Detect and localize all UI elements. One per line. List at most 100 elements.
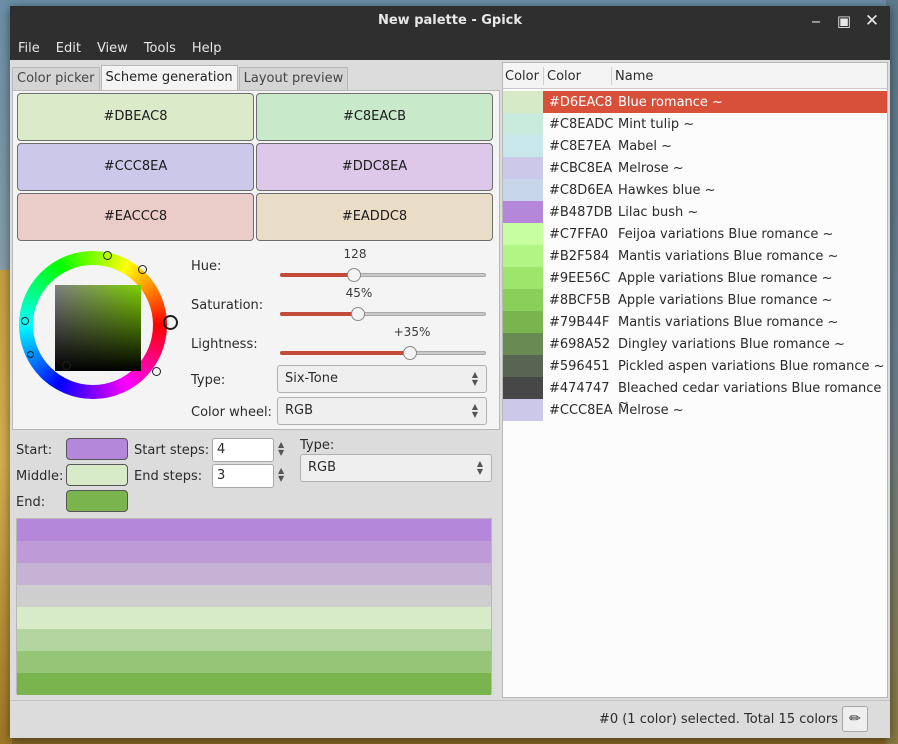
scheme-swatch[interactable]: #DBEAC8 xyxy=(17,93,254,141)
color-swatch xyxy=(503,311,543,333)
list-row[interactable]: #596451 Pickled aspen variations Blue rom… xyxy=(503,355,887,377)
saturation-slider-knob[interactable] xyxy=(351,307,365,321)
gradient-type-label: Type: xyxy=(300,438,335,453)
hue-slider-knob[interactable] xyxy=(347,268,361,282)
list-row[interactable]: #698A52 Dingley variations Blue romance ~ xyxy=(503,333,887,355)
scheme-swatch[interactable]: #C8EACB xyxy=(256,93,493,141)
scheme-type-select[interactable]: Six-Tone ▲ ▼ xyxy=(277,365,487,393)
middle-color-button[interactable] xyxy=(66,464,128,486)
color-swatch xyxy=(503,201,543,223)
app-window: New palette - Gpick ‒ ▣ ✕ File Edit View… xyxy=(10,6,890,738)
list-row[interactable]: #CBC8EA Melrose ~ xyxy=(503,157,887,179)
color-hex: #8BCF5B xyxy=(549,293,611,308)
tab-color-picker[interactable]: Color picker xyxy=(12,67,100,91)
wheel-handle[interactable] xyxy=(152,367,161,376)
list-row[interactable]: #C7FFA0 Feijoa variations Blue romance ~ xyxy=(503,223,887,245)
color-hex: #79B44F xyxy=(549,315,610,330)
list-row[interactable]: #CCC8EA Melrose ~ xyxy=(503,399,887,421)
gradient-band xyxy=(17,541,491,563)
color-hex: #C8E7EA xyxy=(549,139,611,154)
palette-list[interactable]: Color Color Name #D6EAC8 Blue romance ~ #C… xyxy=(502,62,888,698)
color-name: Apple variations Blue romance ~ xyxy=(618,271,833,286)
hue-label: Hue: xyxy=(191,259,222,274)
gradient-preview xyxy=(16,518,492,695)
minimize-icon[interactable]: ‒ xyxy=(806,11,826,31)
color-hex: #C7FFA0 xyxy=(549,227,609,242)
list-row[interactable]: #8BCF5B Apple variations Blue romance ~ xyxy=(503,289,887,311)
column-header-name[interactable]: Name xyxy=(615,69,653,84)
color-hex: #B2F584 xyxy=(549,249,610,264)
color-name: Lilac bush ~ xyxy=(618,205,699,220)
scheme-swatch[interactable]: #EADDC8 xyxy=(256,193,493,241)
list-row[interactable]: #C8E7EA Mabel ~ xyxy=(503,135,887,157)
lightness-slider-knob[interactable] xyxy=(403,346,417,360)
list-row[interactable]: #C8D6EA Hawkes blue ~ xyxy=(503,179,887,201)
color-wheel-select[interactable]: RGB ▲ ▼ xyxy=(277,397,487,425)
gradient-type-value: RGB xyxy=(308,460,337,475)
color-name: Mabel ~ xyxy=(618,139,673,154)
menu-help[interactable]: Help xyxy=(184,41,230,56)
list-row[interactable]: #B487DB Lilac bush ~ xyxy=(503,201,887,223)
updown-icon: ▲ ▼ xyxy=(476,459,483,476)
color-swatch xyxy=(503,113,543,135)
color-swatch xyxy=(503,399,543,421)
start-steps-input[interactable]: 4 xyxy=(212,438,274,462)
color-name: Hawkes blue ~ xyxy=(618,183,716,198)
updown-icon[interactable]: ▲ ▼ xyxy=(278,441,284,457)
color-dropper-icon[interactable]: ✏ xyxy=(842,706,868,732)
color-name: Mantis variations Blue romance ~ xyxy=(618,249,839,264)
color-name: Pickled aspen variations Blue romance ~ xyxy=(618,359,885,374)
gradient-band xyxy=(17,629,491,651)
color-swatch xyxy=(503,135,543,157)
column-header-color[interactable]: Color xyxy=(547,69,581,84)
saturation-lightness-square[interactable] xyxy=(55,285,141,371)
middle-label: Middle: xyxy=(16,469,64,484)
gradient-band xyxy=(17,585,491,607)
end-color-button[interactable] xyxy=(66,490,128,512)
column-header-swatch[interactable]: Color xyxy=(505,69,539,84)
updown-icon[interactable]: ▲ ▼ xyxy=(278,467,284,483)
status-text: #0 (1 color) selected. Total 15 colors xyxy=(598,712,838,727)
type-label: Type: xyxy=(191,373,226,388)
hue-value: 128 xyxy=(343,247,367,261)
scheme-swatch[interactable]: #EACCC8 xyxy=(17,193,254,241)
end-steps-input[interactable]: 3 xyxy=(212,464,274,488)
sl-handle[interactable] xyxy=(62,361,71,370)
color-swatch xyxy=(503,157,543,179)
wheel-handle[interactable] xyxy=(103,251,112,260)
tab-scheme-generation[interactable]: Scheme generation xyxy=(100,65,238,91)
wheel-handle[interactable] xyxy=(21,317,29,325)
list-row[interactable]: #9EE56C Apple variations Blue romance ~ xyxy=(503,267,887,289)
maximize-icon[interactable]: ▣ xyxy=(834,11,854,31)
scheme-swatch[interactable]: #CCC8EA xyxy=(17,143,254,191)
color-hex: #C8D6EA xyxy=(549,183,613,198)
gradient-band xyxy=(17,519,491,541)
wheel-handle[interactable] xyxy=(163,315,178,330)
color-name: Mint tulip ~ xyxy=(618,117,695,132)
gradient-type-select[interactable]: RGB ▲ ▼ xyxy=(300,454,492,482)
list-row[interactable]: #B2F584 Mantis variations Blue romance ~ xyxy=(503,245,887,267)
list-row[interactable]: #79B44F Mantis variations Blue romance ~ xyxy=(503,311,887,333)
color-swatch xyxy=(503,179,543,201)
menu-file[interactable]: File xyxy=(10,41,48,56)
start-color-button[interactable] xyxy=(66,438,128,460)
list-row[interactable]: #C8EADC Mint tulip ~ xyxy=(503,113,887,135)
wheel-handle[interactable] xyxy=(27,351,34,358)
tab-bar: Color picker Scheme generation Layout pr… xyxy=(12,65,349,91)
saturation-value: 45% xyxy=(345,286,373,300)
color-swatch xyxy=(503,267,543,289)
color-name: Mantis variations Blue romance ~ xyxy=(618,315,839,330)
color-name: Dingley variations Blue romance ~ xyxy=(618,337,845,352)
menu-view[interactable]: View xyxy=(89,41,136,56)
scheme-swatch[interactable]: #DDC8EA xyxy=(256,143,493,191)
menu-tools[interactable]: Tools xyxy=(136,41,184,56)
close-icon[interactable]: ✕ xyxy=(862,11,882,31)
tab-layout-preview[interactable]: Layout preview xyxy=(238,67,349,91)
scheme-type-value: Six-Tone xyxy=(285,371,338,386)
wheel-handle[interactable] xyxy=(138,265,147,274)
color-name: Melrose ~ xyxy=(618,161,684,176)
list-row[interactable]: #474747 Bleached cedar variations Blue ro… xyxy=(503,377,887,411)
list-row[interactable]: #D6EAC8 Blue romance ~ xyxy=(503,91,887,113)
left-pane: Color picker Scheme generation Layout pr… xyxy=(10,60,502,700)
menu-edit[interactable]: Edit xyxy=(48,41,89,56)
